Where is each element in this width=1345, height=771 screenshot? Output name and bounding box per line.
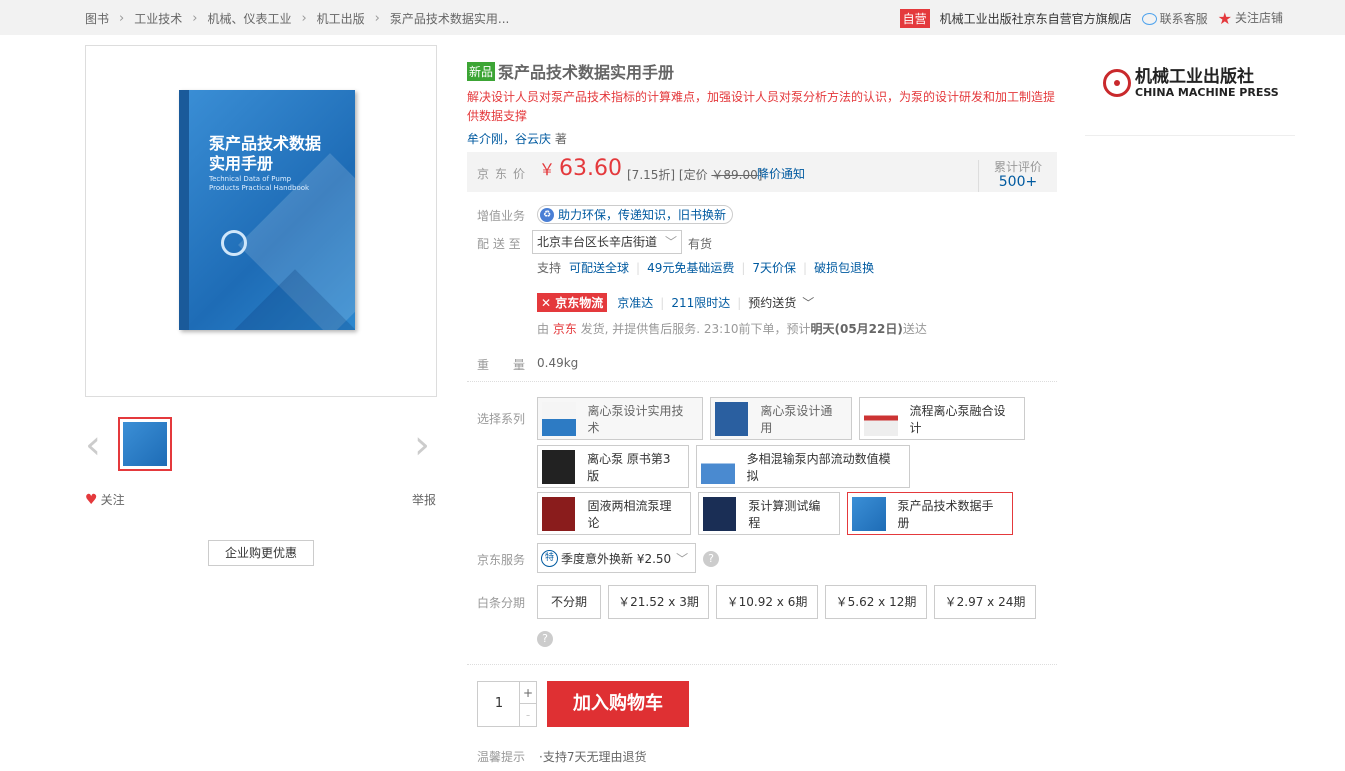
cover-english-title: Technical Data of Pump Products Practica… [209,175,310,192]
follow-shop-link[interactable]: ★ 关注店铺 [1218,9,1283,28]
publisher-logo[interactable]: 机械工业出版社 CHINA MACHINE PRESS [1103,67,1279,99]
price-notify-link[interactable]: 降价通知 [757,165,805,182]
shop-name-link[interactable]: 机械工业出版社京东自营官方旗舰店 [940,10,1132,27]
enterprise-purchase-button[interactable]: 企业购更优惠 [208,540,314,566]
series-option[interactable]: 离心泵设计通用 [710,397,852,440]
add-to-cart-button[interactable]: 加入购物车 [547,681,689,727]
swirl-logo-icon [221,230,247,256]
breadcrumb-item[interactable]: 工业技术 [134,10,182,27]
book-cover: 泵产品技术数据 实用手册 Technical Data of Pump Produ… [179,90,355,330]
quantity-minus-button[interactable]: - [519,704,536,726]
discount-info: [7.15折] [定价 ￥89.00] [627,168,763,182]
breadcrumb-bar: 图书 › 工业技术 › 机械、仪表工业 › 机工出版 › 泵产品技术数据实用... 自营… [0,0,1345,35]
shop-info: 自营 机械工业出版社京东自营官方旗舰店 联系客服 ★ 关注店铺 [899,9,1283,28]
address-selector[interactable]: 北京丰台区长辛店街道 ﹀ [532,230,682,254]
jd-service-dropdown[interactable]: 特季度意外换新 ¥2.50 ﹀ [537,543,696,573]
chevron-right-icon: › [374,11,380,26]
help-icon[interactable]: ? [537,631,553,647]
main-product-image[interactable]: 泵产品技术数据 实用手册 Technical Data of Pump Produ… [85,45,437,397]
report-link[interactable]: 举报 [412,491,436,508]
tips-label: 温馨提示 [477,750,526,764]
quantity-input[interactable]: 1 [478,682,520,726]
divider [467,664,1057,665]
chevron-right-icon: › [192,11,198,26]
chevron-down-icon: ﹀ [664,235,677,249]
cover-title-line1: 泵产品技术数据 [209,134,322,153]
chevron-down-icon: ﹀ [676,551,689,566]
support-item[interactable]: 可配送全球 [569,259,629,276]
price-label: 京东价 [477,167,532,181]
prev-arrow-icon[interactable]: ‹ [85,425,101,465]
installment-option[interactable]: 不分期 [537,585,601,619]
chevron-right-icon: › [119,11,125,26]
follow-product-link[interactable]: ♥ 关注 [85,491,125,508]
logistics-item[interactable]: 211限时达 [671,294,730,311]
support-item[interactable]: 破损包退换 [814,259,874,276]
series-option[interactable]: 固液两相流泵理论 [537,492,691,535]
series-option[interactable]: 离心泵 原书第3版 [537,445,689,488]
jd-service-label: 京东服务 [477,553,526,567]
series-option[interactable]: 多相混输泵内部流动数值模拟 [696,445,910,488]
help-icon[interactable]: ? [703,551,719,567]
weight-value: 0.49kg [537,356,579,370]
chat-icon [1141,13,1157,25]
next-arrow-icon[interactable]: › [414,425,430,465]
recycle-service-tag[interactable]: ♻ 助力环保，传递知识，旧书换新 [537,205,734,224]
recycle-icon: ♻ [540,207,554,222]
chevron-down-icon[interactable]: ﹀ [802,294,814,311]
price-value: ￥ 63.60 [539,156,622,181]
logistics-options: ✕ 京东物流 京准达 | 211限时达 | 预约送货 ﹀ [537,293,814,312]
installment-option[interactable]: ￥10.92 x 6期 [716,585,818,619]
installment-option[interactable]: ￥5.62 x 12期 [825,585,927,619]
special-badge-icon: 特 [541,549,558,567]
installment-option[interactable]: ￥2.97 x 24期 [934,585,1036,619]
shipping-info: 由 京东 发货, 并提供售后服务. 23:10前下单，预计明天(05月22日)送… [537,322,927,336]
support-item[interactable]: 49元免基础运费 [647,259,734,276]
weight-label: 重 量 [477,358,526,372]
comment-count[interactable]: 累计评价 500+ [978,160,1057,192]
product-title: 新品 泵产品技术数据实用手册 [467,59,674,83]
product-subtitle: 解决设计人员对泵产品技术指标的计算难点，加强设计人员对泵分析方法的认识，为泵的设… [467,90,1056,123]
quantity-stepper: 1 + - [477,681,537,727]
divider [1085,135,1295,136]
series-label: 选择系列 [477,412,526,426]
installment-option[interactable]: ￥21.52 x 3期 [608,585,709,619]
logistics-item[interactable]: 预约送货 [748,294,796,311]
breadcrumb-current: 泵产品技术数据实用... [389,12,510,26]
delivery-label: 配 送 至 [477,237,521,251]
logistics-item[interactable]: 京准达 [617,294,653,311]
breadcrumb-item[interactable]: 机工出版 [317,10,365,27]
series-option-selected[interactable]: 泵产品技术数据手册 [847,492,1013,535]
series-option[interactable]: 流程离心泵融合设计 [859,397,1025,440]
tips-text: ·支持7天无理由退货 [539,750,647,764]
chevron-right-icon: › [301,11,307,26]
contact-service-link[interactable]: 联系客服 [1141,10,1208,27]
author: 牟介刚，谷云庆 著 [467,132,567,146]
jd-logistics-logo: ✕ 京东物流 [537,293,608,312]
breadcrumb: 图书 › 工业技术 › 机械、仪表工业 › 机工出版 › 泵产品技术数据实用... [85,10,509,27]
heart-icon: ♥ [85,491,98,508]
cover-title-line2: 实用手册 [209,154,274,173]
price-box: 京东价 ￥ 63.60 [7.15折] [定价 ￥89.00] 降价通知 累计评价… [467,152,1057,192]
breadcrumb-item[interactable]: 图书 [85,10,109,27]
product-title-text: 泵产品技术数据实用手册 [498,63,675,82]
stock-status: 有货 [688,237,713,251]
publisher-mark-icon [1103,69,1131,97]
series-option[interactable]: 离心泵设计实用技术 [537,397,703,440]
installment-label: 白条分期 [477,596,526,610]
thumbnail-image[interactable] [118,417,172,471]
support-item[interactable]: 7天价保 [752,259,796,276]
series-option[interactable]: 泵计算测试编程 [698,492,840,535]
breadcrumb-item[interactable]: 机械、仪表工业 [207,10,291,27]
self-operated-badge: 自营 [899,9,930,28]
star-icon: ★ [1217,9,1232,28]
value-added-label: 增值业务 [477,209,526,223]
divider [467,381,1057,382]
author-link[interactable]: 牟介刚，谷云庆 [467,132,551,146]
support-services: 支持 可配送全球 | 49元免基础运费 | 7天价保 | 破损包退换 [537,259,875,276]
quantity-plus-button[interactable]: + [519,682,536,704]
new-badge: 新品 [467,61,496,81]
